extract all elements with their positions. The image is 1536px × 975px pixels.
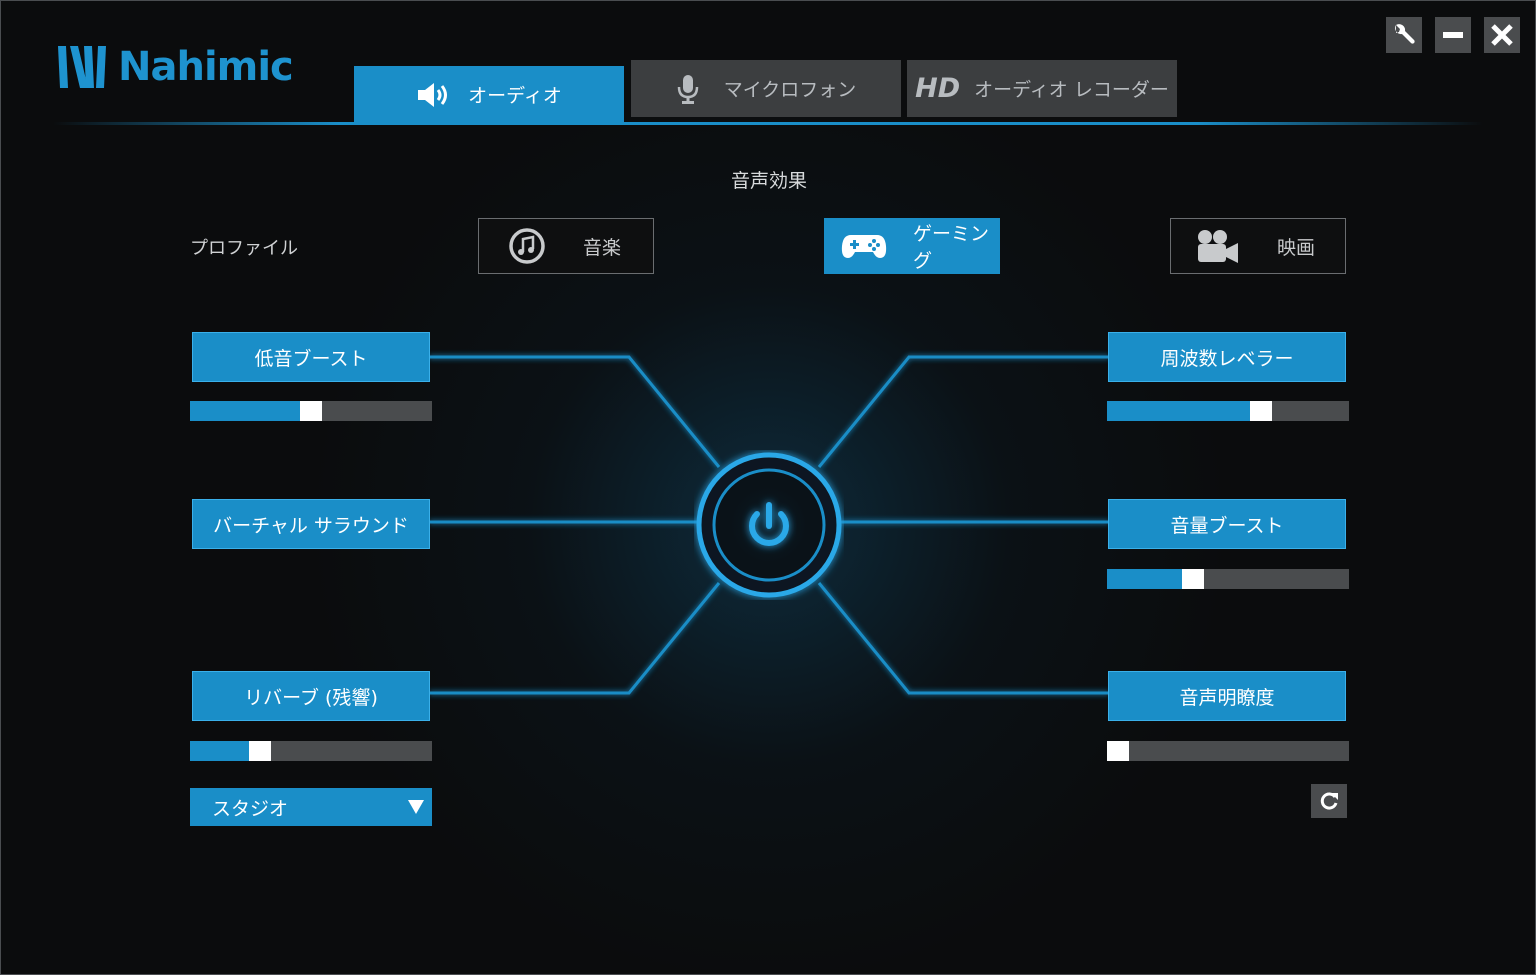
frequency-leveler-slider[interactable]: [1107, 401, 1349, 421]
volume-boost-button[interactable]: 音量ブースト: [1108, 499, 1346, 549]
close-icon: [1491, 24, 1513, 46]
frequency-leveler-button[interactable]: 周波数レベラー: [1108, 332, 1346, 382]
bass-boost-slider[interactable]: [190, 401, 432, 421]
frequency-leveler-slider-thumb[interactable]: [1250, 401, 1272, 421]
minimize-icon: [1443, 32, 1463, 38]
profile-music-label: 音楽: [583, 236, 622, 259]
tab-hd-prefix: HD: [915, 73, 961, 104]
tab-microphone[interactable]: マイクロフォン: [631, 60, 901, 117]
reverb-slider-thumb[interactable]: [249, 741, 271, 761]
voice-clarity-slider-thumb[interactable]: [1107, 741, 1129, 761]
tab-hd-recorder-label: オーディオ レコーダー: [974, 79, 1169, 101]
profile-music-button[interactable]: 音楽: [478, 218, 654, 274]
microphone-icon: [677, 74, 698, 104]
nahimic-window: Nahimic オーディオ マイクロフォン HD オーディオ レコーダー 音声効…: [0, 0, 1536, 975]
volume-boost-slider[interactable]: [1107, 569, 1349, 589]
bass-boost-slider-fill: [190, 401, 300, 421]
reverb-slider[interactable]: [190, 741, 432, 761]
profile-movie-button[interactable]: 映画: [1170, 218, 1346, 274]
tab-audio-label: オーディオ: [468, 85, 562, 107]
reverb-slider-fill: [190, 741, 249, 761]
power-button[interactable]: [694, 450, 844, 600]
reverb-preset-value: スタジオ: [212, 797, 289, 820]
bass-boost-button[interactable]: 低音ブースト: [192, 332, 430, 382]
logo-text: Nahimic: [118, 44, 294, 90]
tab-underline: [53, 122, 1483, 125]
profile-gaming-label: ゲーミング: [913, 223, 990, 272]
reverb-preset-dropdown[interactable]: スタジオ: [190, 788, 432, 826]
virtual-surround-button[interactable]: バーチャル サラウンド: [192, 499, 430, 549]
wrench-icon: [1395, 24, 1415, 44]
settings-button[interactable]: [1386, 17, 1422, 53]
volume-boost-slider-thumb[interactable]: [1182, 569, 1204, 589]
voice-clarity-slider[interactable]: [1107, 741, 1349, 761]
tab-audio[interactable]: オーディオ: [354, 66, 624, 123]
section-title: 音声効果: [730, 170, 807, 192]
close-button[interactable]: [1484, 17, 1520, 53]
reverb-button[interactable]: リバーブ (残響): [192, 671, 430, 721]
speaker-icon: [418, 82, 448, 107]
reset-button[interactable]: [1311, 784, 1347, 818]
movie-camera-icon: [1198, 230, 1238, 263]
bass-boost-slider-thumb[interactable]: [300, 401, 322, 421]
volume-boost-slider-fill: [1107, 569, 1182, 589]
nahimic-logo-mark: [58, 46, 106, 88]
triangle-down-icon: [408, 800, 424, 814]
minimize-button[interactable]: [1435, 17, 1471, 53]
tab-hd-recorder[interactable]: HD オーディオ レコーダー: [907, 60, 1177, 117]
profile-gaming-button[interactable]: ゲーミング: [824, 218, 1000, 274]
profile-label: プロファイル: [190, 238, 298, 259]
refresh-icon: [1320, 792, 1338, 810]
tab-microphone-label: マイクロフォン: [723, 79, 857, 101]
music-note-icon: [509, 228, 545, 264]
nahimic-logo: Nahimic: [54, 41, 294, 93]
gamepad-icon: [841, 235, 887, 258]
frequency-leveler-slider-fill: [1107, 401, 1250, 421]
voice-clarity-button[interactable]: 音声明瞭度: [1108, 671, 1346, 721]
profile-movie-label: 映画: [1277, 236, 1316, 259]
